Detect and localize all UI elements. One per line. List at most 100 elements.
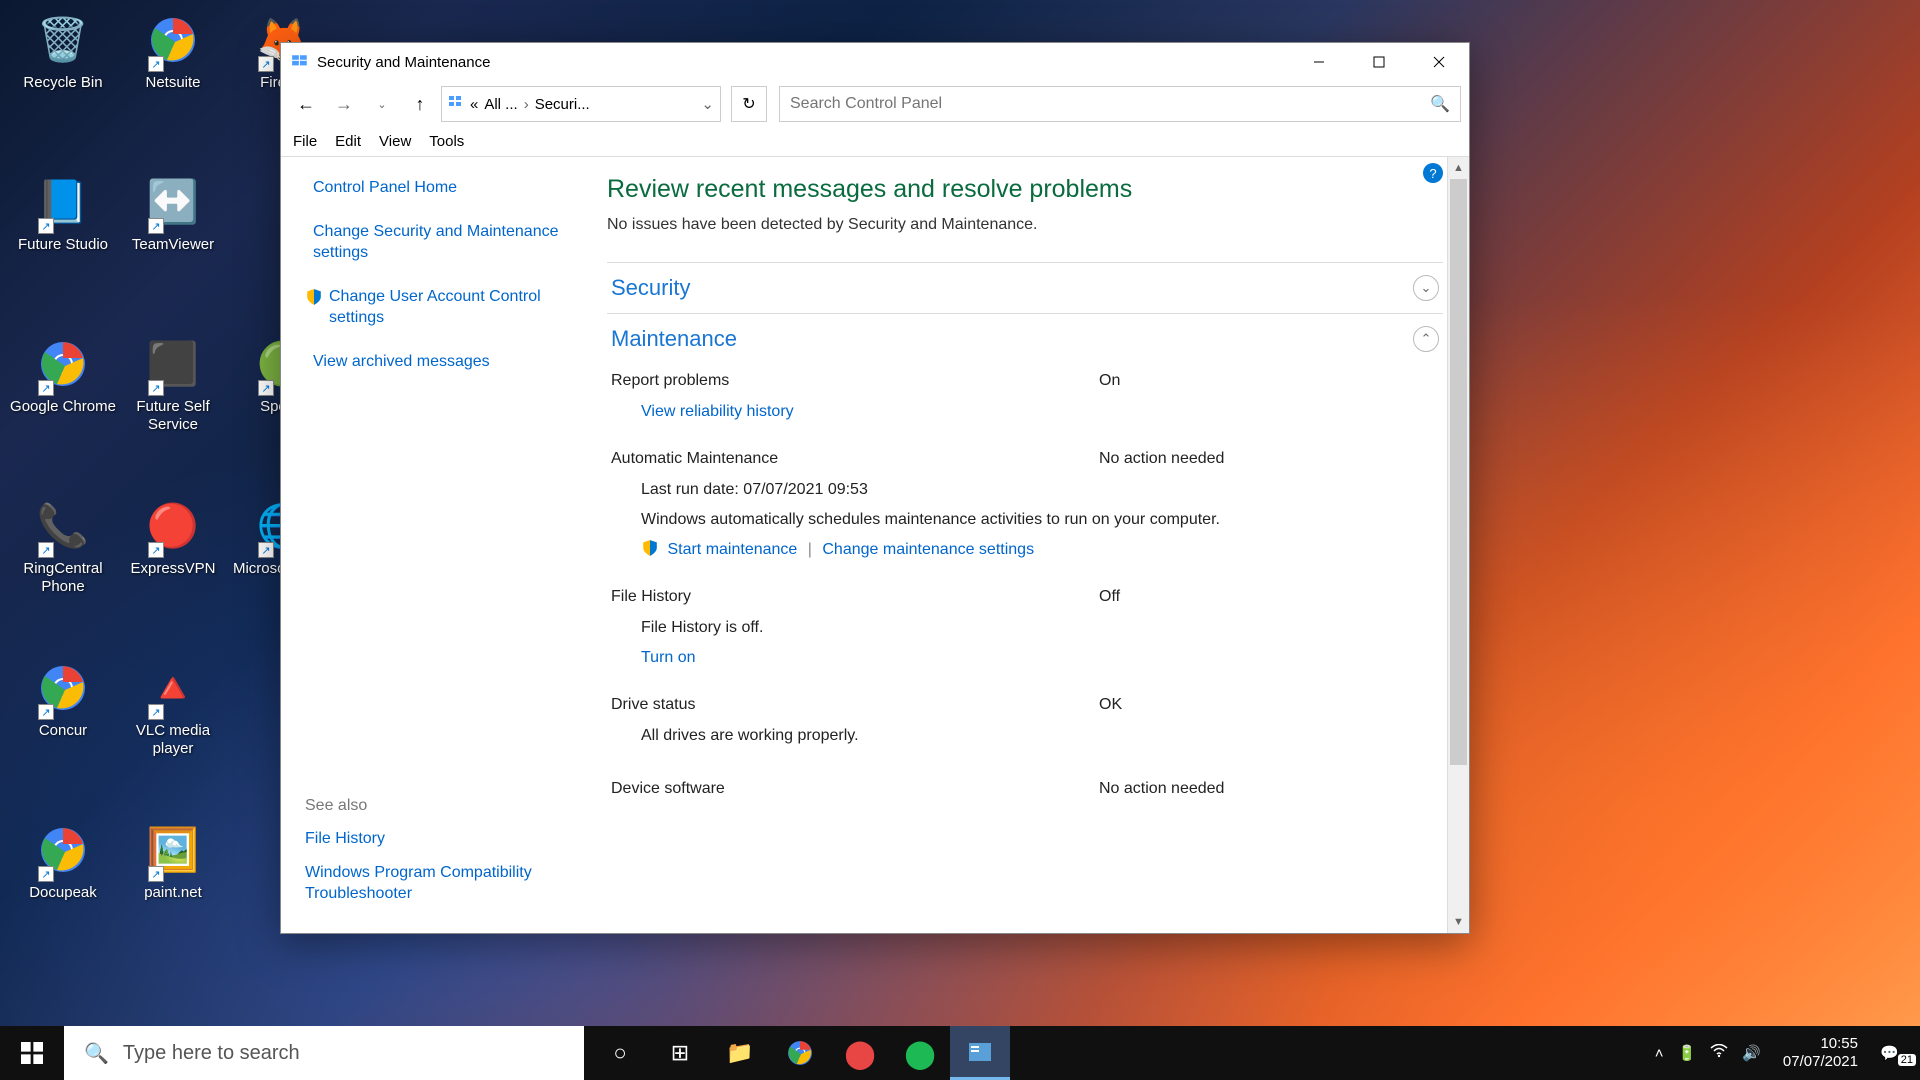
app-icon: ↗ bbox=[143, 10, 203, 70]
desktop-icon-label: Google Chrome bbox=[10, 398, 116, 416]
drive-status-value: OK bbox=[1099, 696, 1439, 714]
shortcut-arrow-icon: ↗ bbox=[258, 542, 274, 558]
menu-tools[interactable]: Tools bbox=[429, 133, 464, 150]
cortana-icon[interactable]: ○ bbox=[590, 1026, 650, 1080]
taskbar-clock[interactable]: 10:55 07/07/2021 bbox=[1775, 1035, 1866, 1071]
search-input[interactable] bbox=[790, 95, 1430, 113]
nav-up-button[interactable]: ↑ bbox=[403, 87, 437, 121]
desktop-icon-concur[interactable]: ↗Concur bbox=[8, 658, 118, 776]
control-panel-taskbar-icon[interactable] bbox=[950, 1026, 1010, 1080]
security-maintenance-window: Security and Maintenance ← → ⌄ ↑ « All .… bbox=[280, 42, 1470, 934]
scroll-track[interactable] bbox=[1448, 179, 1469, 911]
chevron-down-icon[interactable]: ⌄ bbox=[1413, 275, 1439, 301]
search-icon: 🔍 bbox=[84, 1041, 109, 1066]
scrollbar[interactable]: ▲ ▼ bbox=[1447, 157, 1469, 933]
scroll-up-button[interactable]: ▲ bbox=[1448, 157, 1469, 179]
device-software-status: No action needed bbox=[1099, 780, 1439, 798]
sidebar-change-security-settings[interactable]: Change Security and Maintenance settings bbox=[305, 221, 567, 264]
sidebar-item-label: Change User Account Control settings bbox=[329, 286, 567, 329]
app-icon: ↔️↗ bbox=[143, 172, 203, 232]
scroll-thumb[interactable] bbox=[1450, 179, 1467, 765]
breadcrumb-parent[interactable]: All ... bbox=[484, 96, 517, 113]
search-icon[interactable]: 🔍 bbox=[1430, 94, 1450, 114]
search-box[interactable]: 🔍 bbox=[779, 86, 1461, 122]
chevron-right-icon[interactable]: › bbox=[524, 96, 529, 113]
desktop-icon-recycle-bin[interactable]: 🗑️Recycle Bin bbox=[8, 10, 118, 128]
desktop-icon-google-chrome[interactable]: ↗ Google Chrome bbox=[8, 334, 118, 452]
auto-maintenance-desc: Windows automatically schedules maintena… bbox=[641, 508, 1439, 532]
desktop-icon-expressvpn[interactable]: 🔴↗ExpressVPN bbox=[118, 496, 228, 614]
refresh-button[interactable]: ↻ bbox=[731, 86, 767, 122]
content-area: ? ⌃ Control Panel Home Change Security a… bbox=[281, 157, 1469, 933]
desktop-icon-docupeak[interactable]: ↗ Docupeak bbox=[8, 820, 118, 938]
navbar: ← → ⌄ ↑ « All ... › Securi... ⌄ ↻ 🔍 bbox=[281, 81, 1469, 127]
menu-view[interactable]: View bbox=[379, 133, 411, 150]
menu-edit[interactable]: Edit bbox=[335, 133, 361, 150]
desktop-icon-paint.net[interactable]: 🖼️↗paint.net bbox=[118, 820, 228, 938]
security-section-header[interactable]: Security ⌄ bbox=[607, 263, 1443, 313]
start-maintenance-link[interactable]: Start maintenance bbox=[667, 541, 797, 558]
volume-icon[interactable]: 🔊 bbox=[1742, 1044, 1761, 1062]
menu-file[interactable]: File bbox=[293, 133, 317, 150]
nav-forward-button[interactable]: → bbox=[327, 87, 361, 121]
maximize-button[interactable] bbox=[1349, 43, 1409, 81]
shortcut-arrow-icon: ↗ bbox=[148, 704, 164, 720]
task-view-icon[interactable]: ⊞ bbox=[650, 1026, 710, 1080]
file-history-desc: File History is off. bbox=[641, 616, 1439, 640]
item-file-history: File History Off File History is off. Tu… bbox=[607, 580, 1443, 688]
desktop-icon-teamviewer[interactable]: ↔️↗TeamViewer bbox=[118, 172, 228, 290]
change-maintenance-settings-link[interactable]: Change maintenance settings bbox=[822, 541, 1034, 558]
app-icon: ↗ bbox=[33, 820, 93, 880]
file-history-label: File History bbox=[611, 588, 691, 606]
wifi-icon[interactable] bbox=[1710, 1044, 1728, 1062]
file-history-turn-on-link[interactable]: Turn on bbox=[641, 649, 696, 666]
scroll-down-button[interactable]: ▼ bbox=[1448, 911, 1469, 933]
window-title: Security and Maintenance bbox=[317, 54, 490, 71]
shortcut-arrow-icon: ↗ bbox=[148, 866, 164, 882]
close-button[interactable] bbox=[1409, 43, 1469, 81]
address-bar[interactable]: « All ... › Securi... ⌄ bbox=[441, 86, 721, 122]
tray-overflow-icon[interactable]: ˄ bbox=[1655, 1045, 1664, 1062]
view-reliability-history-link[interactable]: View reliability history bbox=[641, 403, 794, 420]
chrome-icon[interactable] bbox=[770, 1026, 830, 1080]
app-icon: ⬛↗ bbox=[143, 334, 203, 394]
desktop-icon-vlc-media-player[interactable]: 🔺↗VLC media player bbox=[118, 658, 228, 776]
start-button[interactable] bbox=[0, 1026, 64, 1080]
see-also-file-history[interactable]: File History bbox=[305, 829, 567, 850]
auto-maintenance-label: Automatic Maintenance bbox=[611, 450, 778, 468]
action-center-icon[interactable]: 💬21 bbox=[1880, 1044, 1912, 1062]
menubar: File Edit View Tools bbox=[281, 127, 1469, 157]
minimize-button[interactable] bbox=[1289, 43, 1349, 81]
taskbar-search[interactable]: 🔍 Type here to search bbox=[64, 1026, 584, 1080]
section-security: Security ⌄ bbox=[607, 262, 1443, 313]
uac-shield-icon bbox=[641, 539, 659, 557]
system-tray: ˄ 🔋 🔊 10:55 07/07/2021 💬21 bbox=[1655, 1026, 1920, 1080]
shortcut-arrow-icon: ↗ bbox=[38, 866, 54, 882]
control-panel-flag-icon bbox=[291, 53, 309, 71]
desktop-icon-ringcentral-phone[interactable]: 📞↗RingCentral Phone bbox=[8, 496, 118, 614]
sidebar-control-panel-home[interactable]: Control Panel Home bbox=[305, 177, 567, 199]
sidebar-view-archived[interactable]: View archived messages bbox=[305, 351, 567, 373]
desktop-icon-future-studio[interactable]: 📘↗Future Studio bbox=[8, 172, 118, 290]
titlebar[interactable]: Security and Maintenance bbox=[281, 43, 1469, 81]
see-also-compat-troubleshooter[interactable]: Windows Program Compatibility Troublesho… bbox=[305, 863, 567, 905]
battery-icon[interactable]: 🔋 bbox=[1678, 1044, 1697, 1062]
maintenance-section-header[interactable]: Maintenance ⌃ bbox=[607, 314, 1443, 364]
desktop-icon-label: Docupeak bbox=[29, 884, 97, 902]
nav-back-button[interactable]: ← bbox=[289, 87, 323, 121]
page-heading: Review recent messages and resolve probl… bbox=[607, 175, 1443, 204]
spotify-icon[interactable]: ⬤ bbox=[890, 1026, 950, 1080]
expressvpn-icon[interactable]: ⬤ bbox=[830, 1026, 890, 1080]
file-explorer-icon[interactable]: 📁 bbox=[710, 1026, 770, 1080]
shortcut-arrow-icon: ↗ bbox=[148, 218, 164, 234]
chevron-down-icon[interactable]: ⌄ bbox=[701, 95, 714, 113]
desktop-icon-netsuite[interactable]: ↗Netsuite bbox=[118, 10, 228, 128]
shortcut-arrow-icon: ↗ bbox=[38, 380, 54, 396]
desktop-icon-future-self-service[interactable]: ⬛↗Future Self Service bbox=[118, 334, 228, 452]
clock-date: 07/07/2021 bbox=[1783, 1053, 1858, 1071]
breadcrumb-current[interactable]: Securi... bbox=[535, 96, 590, 113]
chevron-up-icon[interactable]: ⌃ bbox=[1413, 326, 1439, 352]
breadcrumb-root[interactable]: « bbox=[470, 96, 478, 113]
sidebar-change-uac-settings[interactable]: Change User Account Control settings bbox=[305, 286, 567, 329]
nav-recent-dropdown[interactable]: ⌄ bbox=[365, 87, 399, 121]
